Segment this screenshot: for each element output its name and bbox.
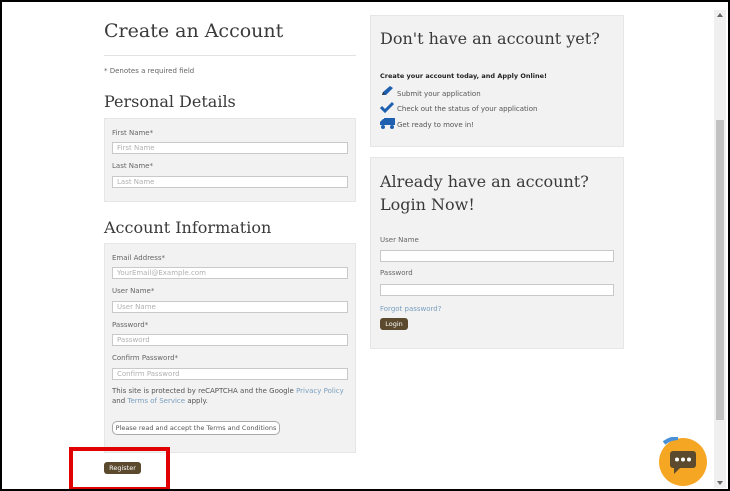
scroll-down-icon[interactable]: [716, 480, 724, 486]
password-input[interactable]: [112, 334, 348, 346]
checkmark-icon: [380, 101, 394, 113]
email-label: Email Address*: [112, 254, 166, 262]
promo-subheading: Create your account today, and Apply Onl…: [380, 72, 548, 80]
title-divider: [104, 55, 356, 56]
forgot-password-link[interactable]: Forgot password?: [380, 305, 441, 313]
feature-move-in: Get ready to move in!: [397, 121, 475, 129]
account-information-heading: Account Information: [104, 218, 272, 237]
login-heading: Already have an account? Login Now!: [380, 172, 589, 214]
confirm-password-label: Confirm Password*: [112, 354, 179, 362]
scrollbar-thumb[interactable]: [716, 120, 724, 420]
last-name-label: Last Name*: [112, 162, 153, 170]
login-username-input[interactable]: [380, 250, 614, 262]
feature-submit-application: Submit your application: [397, 90, 481, 98]
required-field-note: * Denotes a required field: [104, 67, 195, 75]
username-input[interactable]: [112, 301, 348, 313]
truck-icon: [380, 118, 395, 129]
scroll-up-icon[interactable]: [716, 12, 724, 18]
feature-check-status: Check out the status of your application: [397, 105, 538, 113]
confirm-password-input[interactable]: [112, 368, 348, 380]
login-username-label: User Name: [380, 236, 419, 244]
first-name-input[interactable]: [112, 142, 348, 154]
promo-heading: Don't have an account yet?: [380, 29, 600, 48]
recaptcha-text: This site is protected by reCAPTCHA and …: [112, 387, 297, 395]
recaptcha-and-text: and: [112, 397, 128, 405]
last-name-input[interactable]: [112, 176, 348, 188]
username-label: User Name*: [112, 287, 155, 295]
first-name-label: First Name*: [112, 129, 154, 137]
page-title: Create an Account: [104, 20, 284, 42]
login-password-label: Password: [380, 269, 413, 277]
chat-bubble-icon[interactable]: [658, 437, 708, 487]
login-button[interactable]: Login: [380, 318, 408, 330]
login-password-input[interactable]: [380, 284, 614, 296]
password-label: Password*: [112, 321, 149, 329]
recaptcha-suffix-text: apply.: [185, 397, 208, 405]
pencil-icon: [382, 86, 393, 95]
terms-and-conditions-button[interactable]: Please read and accept the Terms and Con…: [112, 421, 280, 435]
recaptcha-notice: This site is protected by reCAPTCHA and …: [112, 386, 347, 406]
highlight-box: [69, 447, 170, 491]
terms-of-service-link[interactable]: Terms of Service: [127, 397, 185, 405]
privacy-policy-link[interactable]: Privacy Policy: [296, 387, 344, 395]
email-input[interactable]: [112, 267, 348, 279]
personal-details-heading: Personal Details: [104, 92, 236, 111]
